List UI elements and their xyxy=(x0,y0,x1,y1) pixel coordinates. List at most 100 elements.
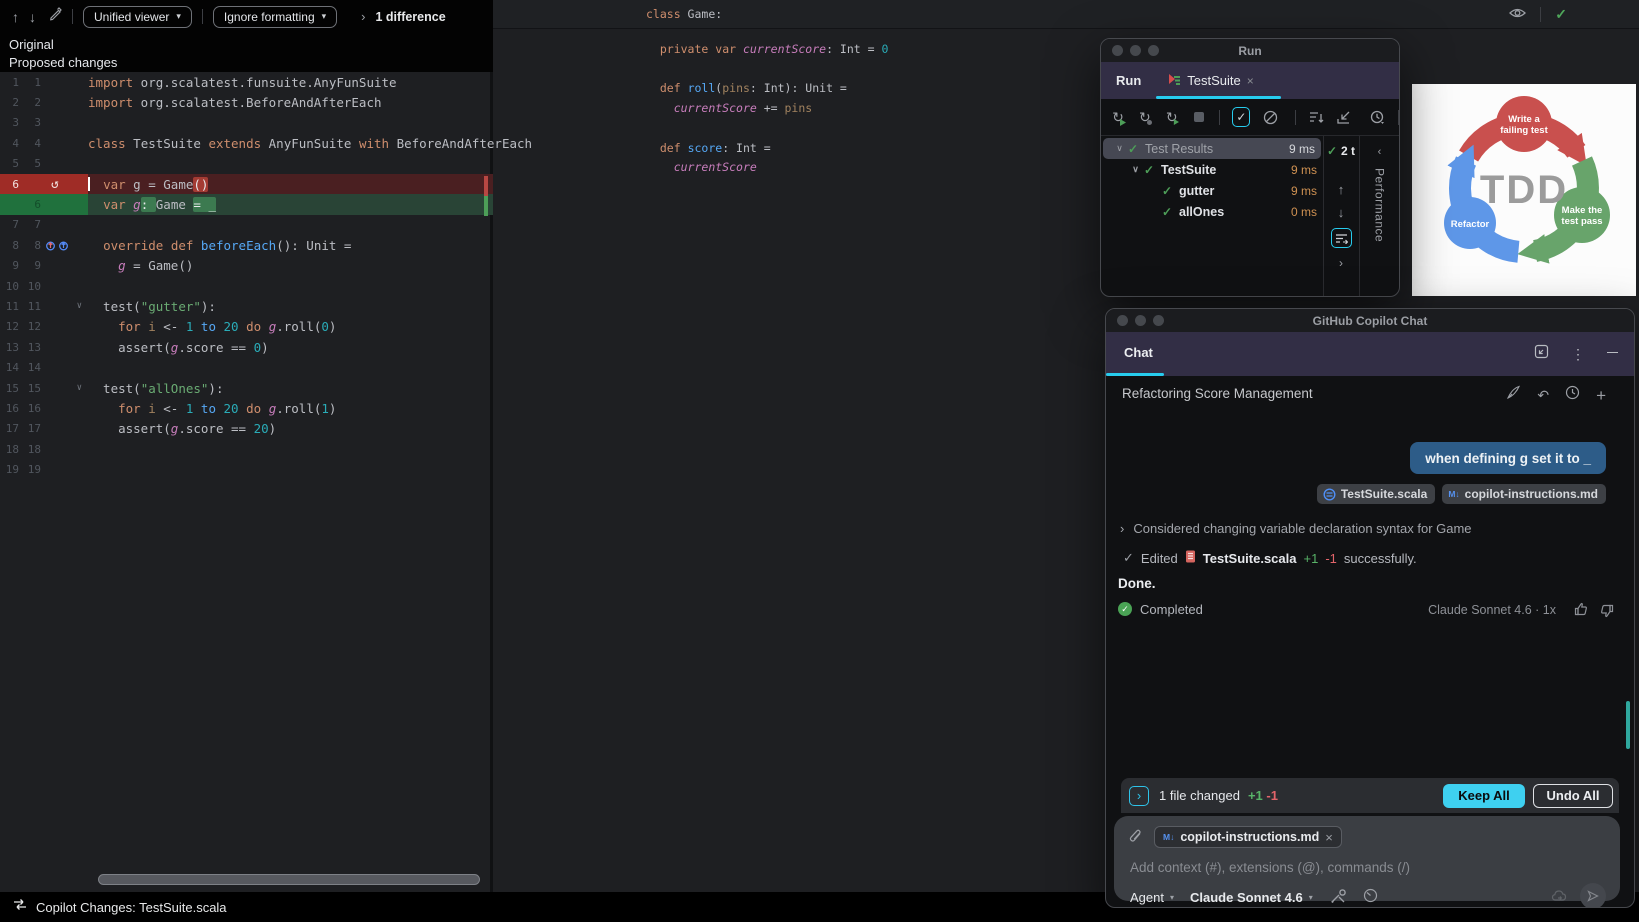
expand-changes-icon[interactable]: › xyxy=(1129,785,1149,806)
context-chip-copilot-instructions-md[interactable]: M↓ copilot-instructions.md xyxy=(1442,484,1606,504)
voice-input-icon[interactable] xyxy=(1551,889,1568,905)
rerun-tests-icon[interactable]: ↻ xyxy=(1111,108,1126,126)
diff-code-line[interactable]: class TestSuite extends AnyFunSuite with… xyxy=(88,133,532,153)
diff-code-line[interactable]: g = Game() xyxy=(88,256,493,276)
collapse-icon[interactable]: ‹ xyxy=(1378,146,1382,158)
remove-chip-icon[interactable]: × xyxy=(1325,830,1333,845)
diff-change-marker-deleted[interactable] xyxy=(484,176,488,196)
editor-code-line[interactable] xyxy=(646,119,888,139)
test-tree-row-testsuite[interactable]: ∨ ✓ TestSuite 9 ms xyxy=(1101,159,1323,180)
input-context-chip[interactable]: M↓ copilot-instructions.md × xyxy=(1154,826,1342,848)
next-difference-icon[interactable]: ↓ xyxy=(29,10,36,24)
test-history-icon[interactable] xyxy=(1370,108,1385,126)
editor-code-line[interactable]: private var currentScore: Int = 0 xyxy=(646,40,889,60)
tab-performance[interactable]: Performance xyxy=(1373,168,1387,242)
history-icon[interactable] xyxy=(1565,385,1580,405)
diff-row[interactable]: 77 xyxy=(0,215,493,235)
toggle-auto-test-icon[interactable]: ↻ xyxy=(1165,108,1179,126)
previous-difference-icon[interactable]: ↑ xyxy=(12,10,19,24)
thought-summary[interactable]: › Considered changing variable declarati… xyxy=(1120,521,1472,536)
diff-code-line[interactable] xyxy=(88,357,493,377)
diff-code-line[interactable] xyxy=(88,154,493,174)
minimize-icon[interactable] xyxy=(1607,351,1618,354)
chevron-expanded-icon[interactable]: ∨ xyxy=(1127,164,1144,175)
chevron-right-icon[interactable]: › xyxy=(361,10,365,23)
diff-row-added[interactable]: 6 var g: Game = _ xyxy=(0,194,493,215)
diff-row[interactable]: 33 xyxy=(0,113,493,133)
tab-chat[interactable]: Chat xyxy=(1124,345,1153,360)
send-button[interactable] xyxy=(1580,883,1606,907)
fold-region-icon[interactable]: ∨ xyxy=(77,383,82,393)
chat-titlebar[interactable]: GitHub Copilot Chat xyxy=(1106,309,1634,332)
formatting-mode-dropdown[interactable]: Ignore formatting ▾ xyxy=(212,5,338,28)
editor-code-line[interactable]: currentScore += pins xyxy=(646,99,888,119)
editor-code[interactable]: private var currentScore: Int = 0 def ro… xyxy=(646,40,889,178)
test-tree-row-gutter[interactable]: ✓ gutter 9 ms xyxy=(1101,180,1323,201)
diff-row[interactable]: 2 2 import org.scalatest.BeforeAndAfterEac… xyxy=(0,92,493,112)
new-chat-icon[interactable]: + xyxy=(1596,387,1606,404)
preview-eye-icon[interactable] xyxy=(1509,6,1527,24)
edit-thread-icon[interactable] xyxy=(1506,385,1521,405)
test-results-tree[interactable]: ∨ ✓ Test Results 9 ms ∨ ✓ TestSuite 9 ms ✓ gutter… xyxy=(1101,138,1323,222)
diff-code-line[interactable]: assert(g .score == 0) xyxy=(88,337,493,357)
editor-code-line[interactable]: def score: Int = xyxy=(646,139,888,159)
diff-row[interactable]: 12 12 for i <- 1 to 20 do g .roll(0) xyxy=(0,317,493,337)
diff-row[interactable]: 88 override def beforeEach (): Unit = xyxy=(0,235,493,255)
thumbs-down-icon[interactable] xyxy=(1600,604,1614,623)
revert-change-icon[interactable]: ↺ xyxy=(51,177,59,192)
diff-code-line[interactable]: for i <- 1 to 20 do g .roll(1) xyxy=(88,398,493,418)
diff-code-line[interactable]: for i <- 1 to 20 do g .roll(0) xyxy=(88,317,493,337)
diff-row[interactable]: 14 14 xyxy=(0,357,493,377)
editor-code-line[interactable]: currentScore xyxy=(646,158,888,178)
sort-tests-icon[interactable] xyxy=(1309,108,1324,126)
diff-change-marker-added[interactable] xyxy=(484,196,488,216)
editor-code-line[interactable]: def roll(pins: Int): Unit = xyxy=(646,79,888,99)
rerun-failed-tests-icon[interactable]: ↻ xyxy=(1138,108,1152,126)
diff-row[interactable]: 1 1 import org.scalatest.funsuite.AnyFunSu… xyxy=(0,72,493,92)
diff-code-line[interactable] xyxy=(88,459,493,479)
horizontal-scrollbar[interactable] xyxy=(98,874,480,885)
diff-row[interactable]: 4 4 class TestSuite extends AnyFunSuite wi… xyxy=(0,133,532,153)
edit-icon[interactable] xyxy=(48,7,62,26)
editor-code-line[interactable] xyxy=(646,60,888,80)
inspection-ok-icon[interactable]: ✓ xyxy=(1555,6,1567,23)
status-text[interactable]: Copilot Changes: TestSuite.scala xyxy=(36,900,227,915)
mode-selector[interactable]: Agent xyxy=(1130,890,1164,905)
attach-context-icon[interactable] xyxy=(1128,829,1143,850)
expand-icon[interactable]: › xyxy=(1339,256,1343,270)
run-titlebar[interactable]: Run xyxy=(1101,39,1399,62)
import-test-results-icon[interactable] xyxy=(1337,108,1351,126)
chat-input-placeholder[interactable]: Add context (#), extensions (@), command… xyxy=(1130,860,1410,875)
chevron-expanded-icon[interactable]: ∨ xyxy=(1111,143,1128,154)
diff-code-line[interactable] xyxy=(88,215,493,235)
diff-code-line[interactable]: var g = Game() xyxy=(88,173,493,195)
diff-code-line[interactable]: var g: Game = _ xyxy=(88,194,493,215)
fold-region-icon[interactable]: ∨ xyxy=(77,301,82,311)
chat-scrollbar[interactable] xyxy=(1626,701,1630,749)
diff-row[interactable]: 13 13 assert(g .score == 0) xyxy=(0,337,493,357)
diff-code-line[interactable]: test("allOnes"): xyxy=(88,378,493,398)
override-marker-icon[interactable] xyxy=(45,239,69,251)
show-passed-toggle[interactable]: ✓ xyxy=(1232,107,1251,127)
test-filter-options-icon[interactable] xyxy=(1330,228,1352,248)
diff-row[interactable]: 18 18 xyxy=(0,439,493,459)
diff-row[interactable]: 19 19 xyxy=(0,459,493,479)
diff-code-line[interactable]: import org.scalatest.funsuite.AnyFunSuit… xyxy=(88,72,493,92)
usage-gauge-icon[interactable] xyxy=(1363,888,1378,906)
diff-code-line[interactable]: test("gutter"): xyxy=(88,296,493,316)
undo-all-button[interactable]: Undo All xyxy=(1533,783,1613,808)
diff-row[interactable]: 55 xyxy=(0,154,493,174)
thumbs-up-icon[interactable] xyxy=(1574,602,1588,621)
diff-code-line[interactable] xyxy=(88,113,493,133)
next-test-icon[interactable]: ↓ xyxy=(1338,205,1345,220)
diff-code-line[interactable] xyxy=(88,276,493,296)
diff-row[interactable]: 99 g = Game() xyxy=(0,256,493,276)
tools-icon[interactable] xyxy=(1330,888,1347,906)
close-tab-icon[interactable]: × xyxy=(1247,74,1254,88)
diff-row[interactable]: 17 17 assert(g .score == 20) xyxy=(0,419,493,439)
tab-testsuite[interactable]: TestSuite × xyxy=(1167,72,1254,89)
model-selector[interactable]: Claude Sonnet 4.6 xyxy=(1190,890,1303,905)
edited-file-name[interactable]: TestSuite.scala xyxy=(1203,551,1297,566)
context-chip-testsuite-scala[interactable]: TestSuite.scala xyxy=(1316,484,1436,504)
diff-row[interactable]: 16 16 for i <- 1 to 20 do g .roll(1) xyxy=(0,398,493,418)
